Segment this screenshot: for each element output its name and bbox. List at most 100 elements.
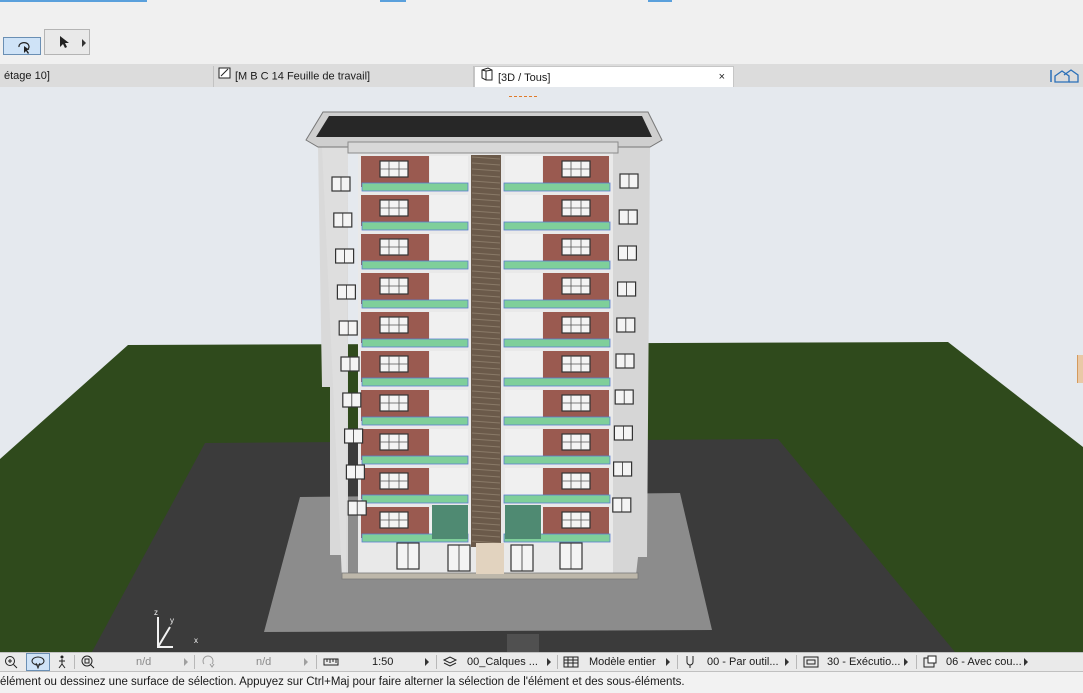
- toolbar-accent-line: [380, 0, 406, 2]
- rotate-value: n/d: [256, 656, 272, 668]
- arrow-pointer-icon: [60, 36, 69, 48]
- facade-panel: [505, 429, 542, 460]
- rotate-dropdown-icon[interactable]: [304, 658, 308, 666]
- facade-panel: [430, 312, 468, 343]
- status-separator: [74, 655, 75, 669]
- layers-dropdown-icon[interactable]: [547, 658, 551, 666]
- pen-set-dropdown-icon[interactable]: [785, 658, 789, 666]
- layers-icon-wrap: [442, 653, 462, 671]
- model-view-options-icon: [803, 656, 819, 668]
- balcony-slab: [361, 377, 469, 387]
- facade-panel: [505, 273, 542, 304]
- balcony-slab: [503, 377, 611, 387]
- facade-panel: [430, 468, 468, 499]
- scale-dropdown-icon[interactable]: [425, 658, 429, 666]
- 3d-window-icon: [479, 67, 495, 87]
- status-separator: [557, 655, 558, 669]
- structure-dropdown-icon[interactable]: [666, 658, 670, 666]
- viewport-side-marker[interactable]: [1077, 355, 1083, 383]
- toolbar-accent-line: [0, 0, 147, 2]
- status-separator: [677, 655, 678, 669]
- status-separator: [796, 655, 797, 669]
- facade-panel: [505, 390, 542, 421]
- zoom-dropdown-icon[interactable]: [184, 658, 188, 666]
- facade-panel: [430, 156, 468, 187]
- close-tab-icon[interactable]: ×: [719, 67, 725, 87]
- model-view-icon-wrap: [803, 653, 821, 671]
- 3d-scene[interactable]: z y x: [0, 87, 1083, 652]
- pen-set[interactable]: 00 - Par outil...: [707, 653, 781, 671]
- partial-structure-icon: [563, 656, 579, 668]
- roof-cornice: [347, 141, 619, 154]
- zoom-value: n/d: [136, 656, 152, 668]
- model-icon-wrap: [563, 653, 583, 671]
- balcony-slab: [503, 494, 611, 504]
- marquee-select-button[interactable]: [3, 37, 41, 55]
- facade-panel: [505, 195, 542, 226]
- layers-combination[interactable]: 00_Calques ...: [467, 653, 543, 671]
- facade-panel: [430, 429, 468, 460]
- balcony-slab: [361, 494, 469, 504]
- walk-button[interactable]: [56, 653, 70, 671]
- rotate-icon: [202, 655, 215, 668]
- balcony-slab: [361, 260, 469, 270]
- axis-y-label: y: [170, 616, 174, 625]
- marquee-select-icon: [18, 42, 30, 54]
- pen-set-icon: [686, 656, 694, 668]
- balcony-slab: [503, 260, 611, 270]
- renovation-dropdown-icon[interactable]: [1024, 658, 1028, 666]
- model-view-options[interactable]: 30 - Exécutio...: [827, 653, 901, 671]
- tab-worksheet[interactable]: [M B C 14 Feuille de travail]: [214, 66, 474, 87]
- status-separator: [194, 655, 195, 669]
- status-separator: [316, 655, 317, 669]
- roof-surface: [316, 116, 652, 137]
- facade-panel: [505, 156, 542, 187]
- entrance[interactable]: [476, 543, 504, 574]
- facade-panel: [505, 312, 542, 343]
- scale-ruler-icon: [323, 658, 339, 666]
- tab-3d-view[interactable]: [3D / Tous] ×: [474, 66, 734, 87]
- toolbar: [0, 0, 1083, 64]
- bottom-marker-bg: [507, 634, 539, 652]
- zoom-window-button[interactable]: [80, 653, 98, 671]
- facade-panel: [505, 234, 542, 265]
- balcony-slab: [503, 455, 611, 465]
- balcony-slab: [361, 455, 469, 465]
- facade-panel: [505, 468, 542, 499]
- balcony-slab: [361, 221, 469, 231]
- pen-icon-wrap: [684, 653, 700, 671]
- viewport-top-marker: [509, 96, 537, 99]
- balcony-slab: [361, 416, 469, 426]
- accent-panel: [505, 505, 541, 539]
- tab-floor-plan[interactable]: étage 10]: [0, 66, 214, 87]
- scale-value[interactable]: 1:50: [372, 653, 422, 671]
- balcony-slab: [503, 416, 611, 426]
- zoom-window-icon: [81, 655, 95, 669]
- model-view-dropdown-icon[interactable]: [904, 658, 908, 666]
- renovation-icon-wrap: [922, 653, 940, 671]
- renovation-filter[interactable]: 06 - Avec cou...: [946, 653, 1022, 671]
- status-separator: [436, 655, 437, 669]
- 3d-viewport[interactable]: z y x: [0, 87, 1083, 652]
- facade-panel: [430, 234, 468, 265]
- navigator-icon[interactable]: [1049, 66, 1083, 86]
- arrow-tool-button[interactable]: [44, 29, 90, 55]
- scale-icon-wrap: [323, 653, 341, 671]
- renovation-filter-icon: [923, 655, 937, 668]
- orbit-button[interactable]: [26, 653, 50, 671]
- structure-display[interactable]: Modèle entier: [589, 653, 663, 671]
- walk-icon: [58, 655, 66, 669]
- tab-label: [M B C 14 Feuille de travail]: [235, 70, 371, 83]
- rotate-button[interactable]: [201, 653, 217, 671]
- orbit-icon: [31, 656, 45, 670]
- balcony-slab: [503, 338, 611, 348]
- tab-label: étage 10]: [4, 70, 50, 82]
- zoom-in-button[interactable]: [4, 653, 22, 671]
- building[interactable]: [305, 111, 663, 580]
- balcony-slab: [361, 182, 469, 192]
- axis-z-label: z: [154, 608, 158, 617]
- balcony-slab: [361, 299, 469, 309]
- tab-label: [3D / Tous]: [498, 71, 551, 84]
- zoom-in-icon: [5, 656, 18, 669]
- facade-panel: [430, 390, 468, 421]
